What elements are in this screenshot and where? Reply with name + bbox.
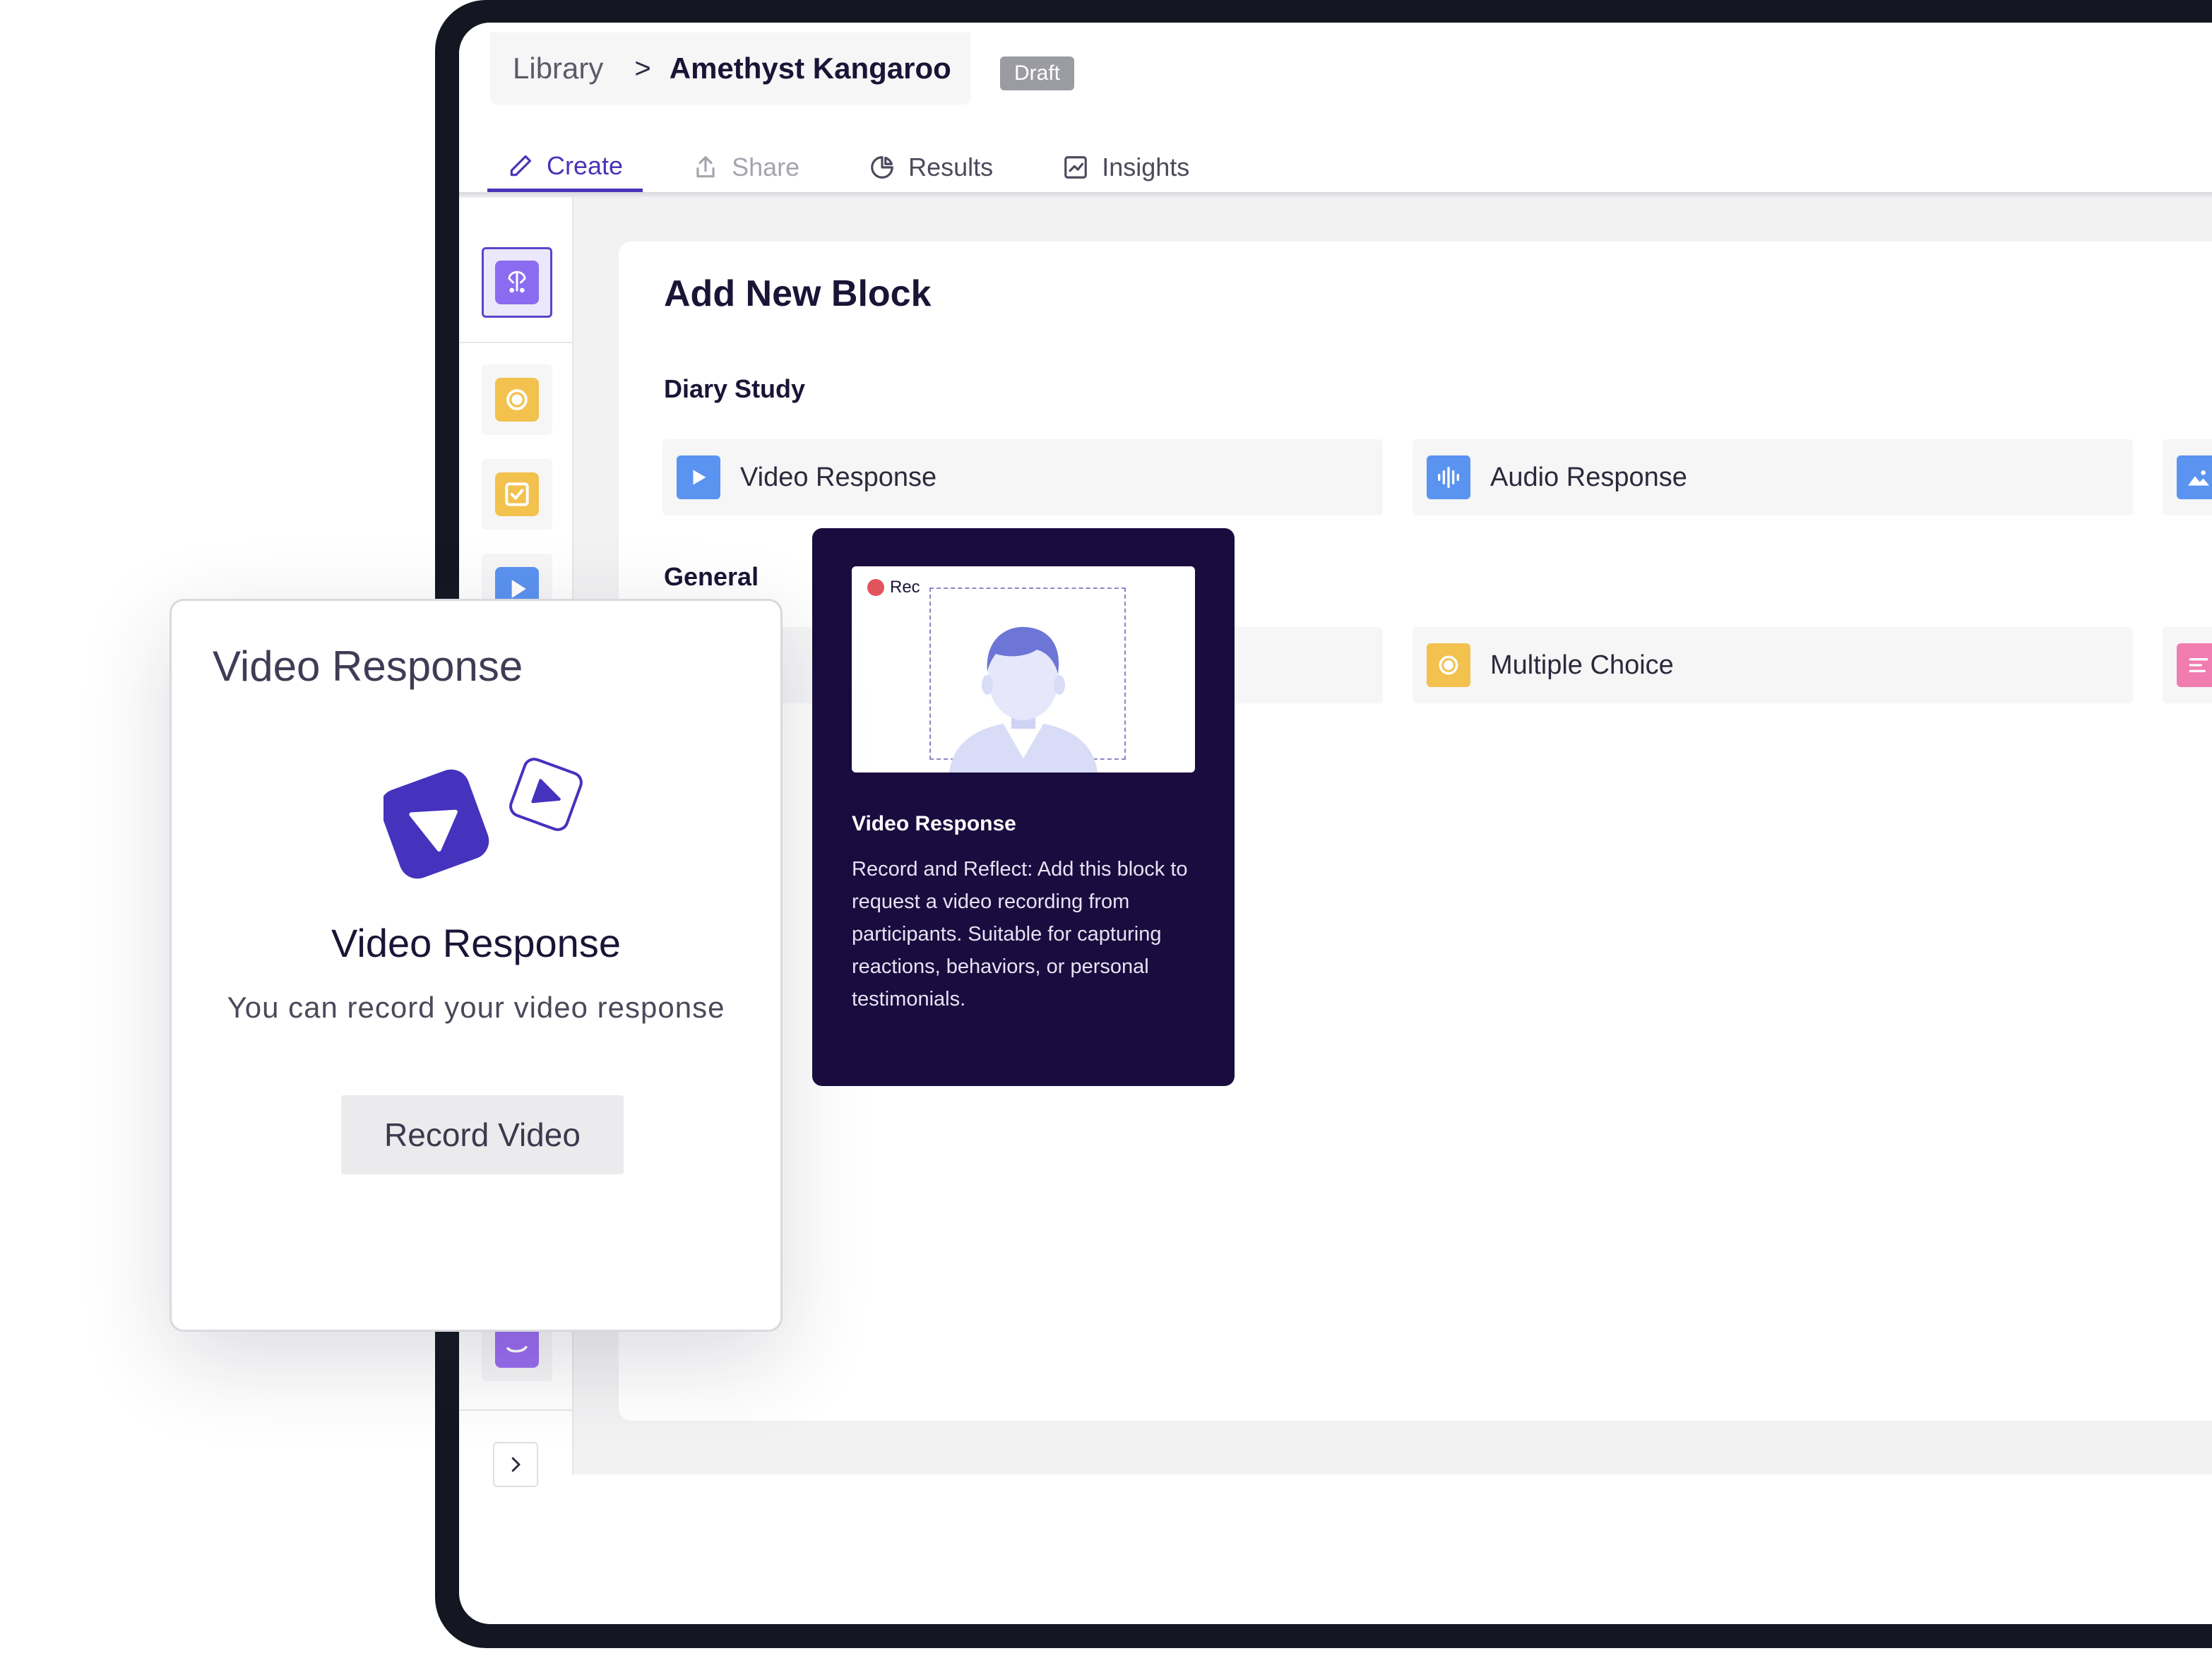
text-icon [2177,643,2212,687]
play-icon [677,455,720,499]
tab-results-label: Results [908,153,994,181]
panel-title: Add New Block [664,273,932,314]
rail-item-multiple-choice[interactable] [482,364,552,435]
video-response-illustration-icon [383,758,583,879]
block-option-video-response[interactable]: Video Response [662,439,1383,515]
breadcrumb: Library > Amethyst Kangaroo [490,32,970,105]
block-option-label: Audio Response [1490,462,1687,492]
section-label-general: General [664,562,759,591]
breadcrumb-library-link[interactable]: Library [513,52,603,85]
block-option-image[interactable] [2163,439,2212,515]
recording-indicator: Rec [867,578,920,597]
status-badge: Draft [1000,56,1075,90]
block-option-label: Video Response [740,462,937,492]
checkbox-icon [495,472,539,516]
tab-results[interactable]: Results [849,143,1013,192]
multiple-choice-icon [495,378,539,422]
tab-insights[interactable]: Insights [1042,143,1209,192]
project-title[interactable]: Amethyst Kangaroo [670,52,951,85]
record-dot-icon [867,579,884,596]
rail-item-welcome[interactable] [482,247,552,318]
tab-create[interactable]: Create [487,143,643,192]
top-bar: Library > Amethyst Kangaroo Draft Create… [459,23,2212,195]
block-option-text[interactable] [2163,627,2212,703]
tab-bar: Create Share Results Insights [487,143,1239,195]
card-header: Video Response [213,643,523,690]
welcome-screen-icon [495,261,539,304]
chevron-right-icon [511,1457,521,1472]
pencil-icon [510,155,532,176]
tab-share[interactable]: Share [672,143,819,192]
breadcrumb-separator-icon: > [634,52,651,84]
tooltip-preview: Rec [852,566,1195,773]
card-title: Video Response [331,921,621,965]
audio-wave-icon [1427,455,1470,499]
rail-divider [459,342,572,343]
rec-label: Rec [890,578,920,597]
block-option-label: Multiple Choice [1490,650,1674,680]
section-label-diary-study: Diary Study [664,374,806,403]
topbar-divider [459,192,2212,198]
rail-item-checkbox[interactable] [482,459,552,530]
tab-create-label: Create [547,150,624,180]
radio-icon [1427,643,1470,687]
image-icon [2177,455,2212,499]
share-icon [696,156,715,178]
card-subtitle: You can record your video response [227,991,725,1024]
tab-insights-label: Insights [1102,153,1190,181]
line-chart-icon [1064,156,1088,179]
pie-chart-icon [871,156,893,179]
rail-divider [459,1409,572,1411]
expand-rail-button[interactable] [493,1442,538,1487]
tab-share-label: Share [732,153,800,181]
block-option-audio-response[interactable]: Audio Response [1413,439,2133,515]
tooltip-description: Record and Reflect: Add this block to re… [852,858,1188,1010]
tooltip-title: Video Response [852,812,1016,835]
record-video-button[interactable]: Record Video [341,1095,624,1174]
block-tooltip: Rec Video Response Record and Reflect: A… [812,528,1235,1086]
block-option-multiple-choice[interactable]: Multiple Choice [1413,627,2133,703]
person-avatar-icon [949,626,1098,773]
video-response-preview-card: Video Response Video Response You can re… [170,599,783,1332]
